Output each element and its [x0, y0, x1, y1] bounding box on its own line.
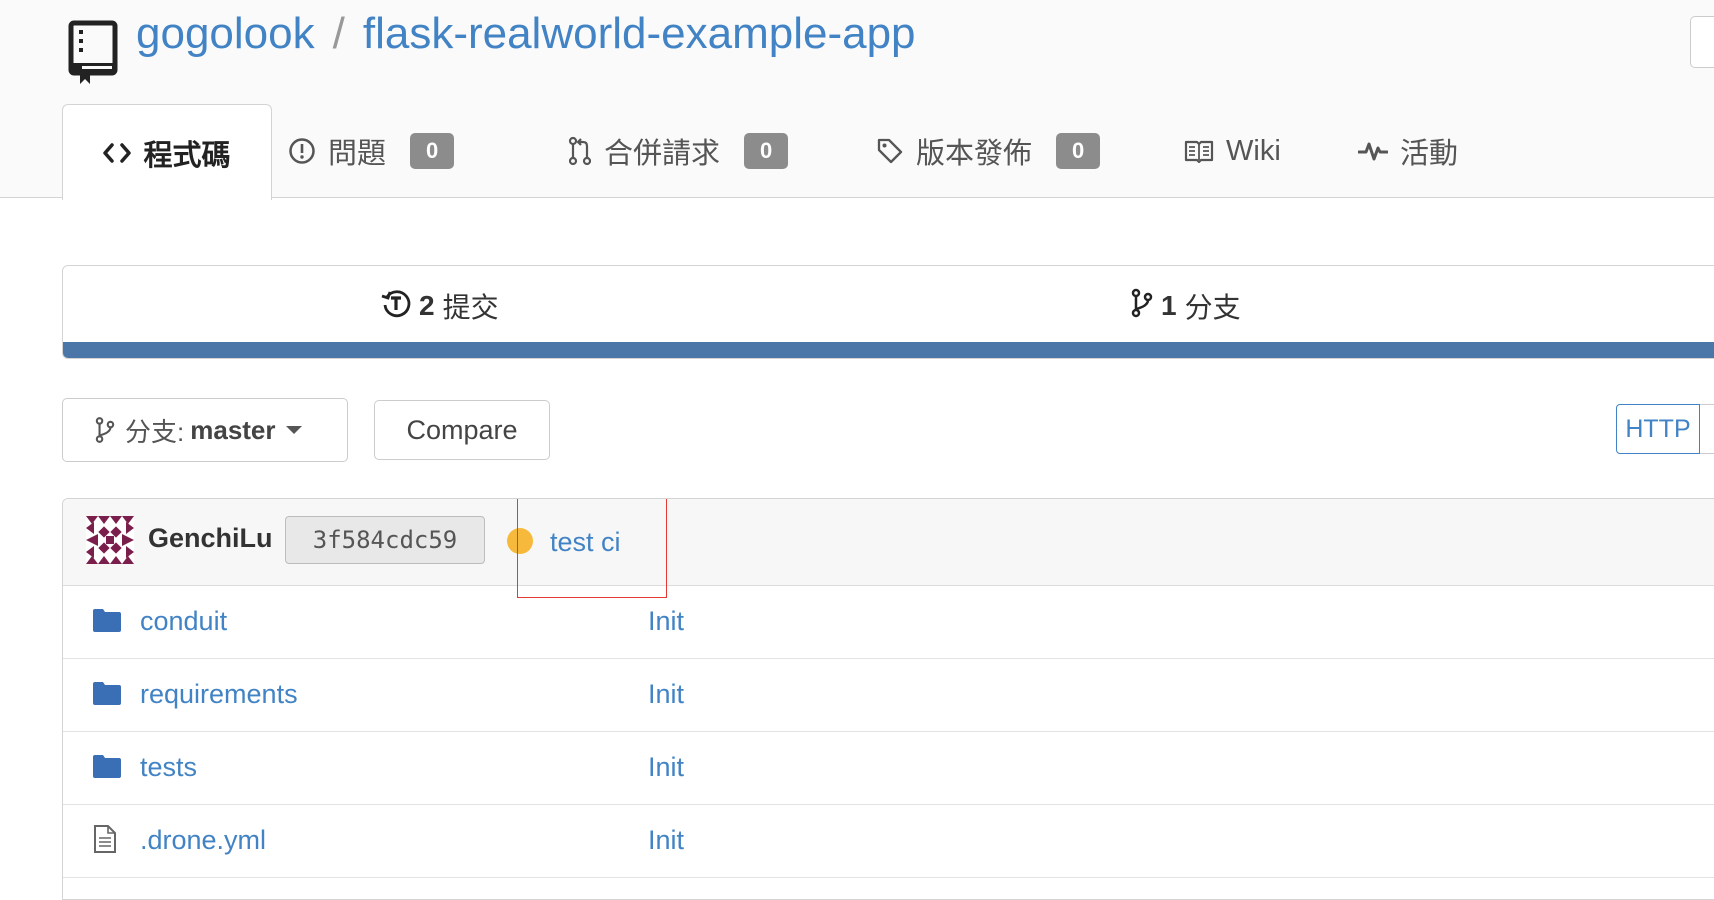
branches-stat[interactable]: 1 分支	[1131, 286, 1241, 326]
history-icon	[381, 288, 411, 325]
commits-stat[interactable]: 2 提交	[381, 286, 499, 326]
tab-releases-label: 版本發佈	[916, 138, 1033, 170]
tab-activity[interactable]: 活動	[1358, 104, 1458, 198]
branch-selector[interactable]: 分支: master	[62, 398, 348, 462]
repo-tabs: 程式碼 問題 0 合併請求 0 版本發佈 0 Wiki 活動	[62, 104, 1714, 200]
file-name-link[interactable]: .drone.yml	[140, 825, 266, 856]
tab-releases[interactable]: 版本發佈 0	[876, 104, 1101, 198]
commits-count: 2	[419, 290, 435, 321]
file-table: GenchiLu 3f584cdc59 test ci conduit Init…	[62, 498, 1714, 900]
compare-button[interactable]: Compare	[374, 400, 550, 460]
repo-stats-bar: 2 提交 1 分支	[62, 265, 1714, 359]
pulse-icon	[1358, 139, 1388, 163]
file-commit-message-link[interactable]: Init	[648, 752, 684, 783]
book-icon	[1184, 139, 1214, 163]
chevron-down-icon	[285, 426, 302, 434]
highlight-box	[517, 499, 667, 598]
tab-issues[interactable]: 問題 0	[288, 104, 455, 198]
tab-wiki[interactable]: Wiki	[1184, 104, 1281, 198]
file-name-link[interactable]: requirements	[140, 679, 298, 710]
tab-code[interactable]: 程式碼	[62, 104, 272, 200]
latest-commit-row: GenchiLu 3f584cdc59 test ci	[63, 499, 1714, 598]
repo-name-link[interactable]: flask-realworld-example-app	[363, 9, 916, 58]
branch-icon	[1131, 288, 1153, 325]
tab-issues-label: 問題	[328, 138, 387, 170]
branch-selector-icon	[95, 416, 115, 444]
file-row: tests Init	[63, 732, 1714, 805]
branches-count: 1	[1161, 290, 1177, 321]
file-row: requirements Init	[63, 659, 1714, 732]
folder-icon	[93, 755, 121, 778]
tab-wiki-label: Wiki	[1226, 134, 1281, 167]
repo-title: gogolook / flask-realworld-example-app	[136, 8, 916, 60]
tab-pull-requests-label: 合併請求	[604, 138, 721, 170]
file-name-link[interactable]: tests	[140, 752, 197, 783]
issue-icon	[288, 137, 316, 165]
tab-activity-label: 活動	[1400, 138, 1459, 170]
commits-label: 提交	[442, 292, 499, 323]
code-icon	[103, 142, 132, 164]
file-name-link[interactable]: conduit	[140, 606, 227, 637]
branches-label: 分支	[1184, 292, 1241, 323]
repo-book-icon	[68, 20, 118, 84]
pull-request-icon	[568, 136, 592, 166]
file-icon	[94, 825, 116, 853]
pull-requests-count-badge: 0	[744, 133, 789, 169]
tab-code-label: 程式碼	[143, 139, 231, 172]
file-row: .drone.yml Init	[63, 805, 1714, 878]
tag-icon	[876, 137, 904, 165]
commit-author[interactable]: GenchiLu	[148, 523, 273, 554]
header-action-button[interactable]	[1690, 16, 1714, 68]
file-commit-message-link[interactable]: Init	[648, 825, 684, 856]
repo-owner-link[interactable]: gogolook	[136, 9, 315, 58]
issues-count-badge: 0	[410, 133, 455, 169]
branch-name: master	[190, 414, 276, 445]
branch-prefix: 分支:	[125, 416, 185, 447]
folder-icon	[93, 682, 121, 705]
repo-separator: /	[332, 9, 345, 58]
releases-count-badge: 0	[1056, 133, 1101, 169]
folder-icon	[93, 609, 121, 632]
tab-pull-requests[interactable]: 合併請求 0	[568, 104, 789, 198]
http-clone-button[interactable]: HTTP	[1616, 404, 1700, 454]
file-commit-message-link[interactable]: Init	[648, 606, 684, 637]
file-row: conduit Init	[63, 586, 1714, 659]
commit-sha-button[interactable]: 3f584cdc59	[285, 516, 485, 564]
file-commit-message-link[interactable]: Init	[648, 679, 684, 710]
language-bar	[63, 342, 1714, 358]
clone-url-field[interactable]	[1700, 404, 1714, 454]
avatar[interactable]	[86, 516, 134, 564]
